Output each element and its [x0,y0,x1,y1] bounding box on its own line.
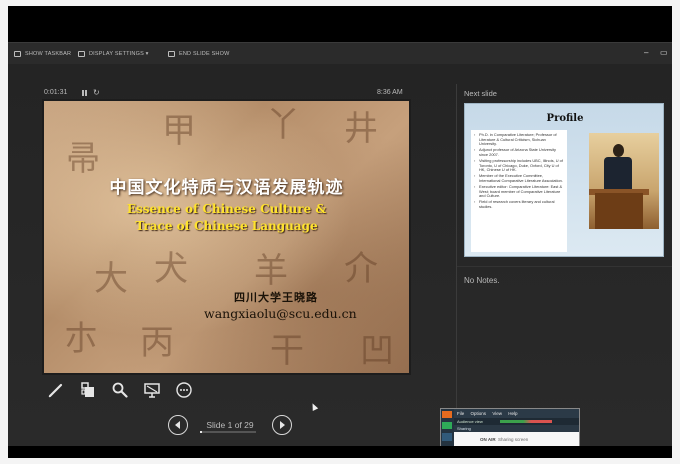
list-item: Field of research covers literary and cu… [474,199,564,209]
list-item: Executive editor: Comparative Literature… [474,184,564,199]
hangouts-menu-bar: File Options View Help [454,409,579,418]
background-glyph: 羊 [254,251,288,291]
pause-timer-icon[interactable] [82,90,87,96]
show-taskbar-button[interactable]: SHOW TASKBAR [14,49,71,59]
audio-label: Audience view [457,419,483,424]
slide-progress-bar [200,431,256,433]
pen-tool-icon[interactable] [46,380,66,400]
list-item: Member of the Executive Committee, Inter… [474,173,564,183]
slide-title-chinese: 中国文化特质与汉语发展轨迹 [109,178,344,198]
menu-item-file[interactable]: File [457,411,464,416]
mouse-cursor [309,402,319,411]
elapsed-timer: 0:01:31 [44,89,68,96]
background-glyph: 丙 [140,323,174,363]
on-air-badge: ON AIR [480,437,496,442]
list-item: Adjunct professor of Arizona State Unive… [474,147,564,157]
background-glyph: 凹 [360,331,394,371]
display-icon [78,51,85,57]
end-show-icon [168,51,175,57]
hangouts-status: Sharing screen [498,437,529,442]
speaker-photo [589,133,659,229]
hangouts-audio-row: Audience view [454,418,579,425]
current-slide[interactable]: 甲 丫 井 帚 大 犬 羊 介 朩 丙 干 凹 中国文化特质与汉语发展轨迹 Es… [44,101,409,373]
background-glyph: 井 [344,109,378,149]
slide-title-english-line2: Trace of Chinese Language [135,219,318,233]
hangouts-sharing-row: Sharing [454,425,579,432]
next-slide-label: Next slide [464,89,497,98]
notes-divider[interactable] [457,266,672,267]
next-slide-title: Profile [546,113,584,124]
slide-counter[interactable]: Slide 1 of 29 [198,420,262,430]
more-options-icon[interactable] [174,380,194,400]
slide-email: wangxiaolu@scu.edu.cn [204,306,357,321]
chevron-left-icon [175,421,180,429]
menu-item-view[interactable]: View [492,411,502,416]
slide-title-english-line1: Essence of Chinese Culture & [126,202,327,216]
sharing-label: Sharing [457,426,471,431]
restore-button[interactable]: ▭ [660,48,668,57]
speaker-head [613,144,624,157]
black-screen-icon[interactable] [142,380,162,400]
background-glyph: 大 [94,259,128,299]
previous-slide-button[interactable] [168,415,188,435]
slide-author: 四川大学王晓路 [234,291,318,304]
end-slide-show-button[interactable]: END SLIDE SHOW [168,49,229,59]
list-item: Visiting professorship includes UBC, Ill… [474,158,564,173]
background-glyph: 朩 [64,319,98,359]
chevron-right-icon [280,421,285,429]
minimize-button[interactable]: – [644,48,648,57]
podium [595,193,643,229]
display-settings-button[interactable]: DISPLAY SETTINGS ▾ [78,49,149,59]
background-glyph: 丫 [266,105,300,145]
hangouts-orange-icon[interactable] [442,411,452,418]
top-black-bar [8,6,672,42]
taskbar-icon [14,51,21,57]
next-slide-preview[interactable]: Profile Ph.D. in Comparative Literature;… [464,103,664,257]
background-glyph: 犬 [154,249,188,289]
background-glyph: 介 [344,249,378,289]
speaker-notes[interactable]: No Notes. [464,276,500,285]
clock: 8:36 AM [377,89,403,96]
presenter-toolbar: SHOW TASKBAR DISPLAY SETTINGS ▾ END SLID… [8,42,672,64]
restart-timer-icon[interactable]: ↻ [93,88,100,97]
background-glyph: 干 [270,331,304,371]
zoom-icon[interactable] [110,380,130,400]
bottom-black-bar [8,446,672,458]
menu-item-help[interactable]: Help [508,411,517,416]
presenter-window: SHOW TASKBAR DISPLAY SETTINGS ▾ END SLID… [8,6,672,458]
next-slide-bullets: Ph.D. in Comparative Literature; Profess… [471,130,567,252]
presenter-main-area: 0:01:31 ↻ 8:36 AM 甲 丫 井 帚 大 犬 羊 介 朩 丙 干 … [8,64,672,453]
hangouts-blue-icon[interactable] [442,433,452,441]
slide-progress-fill [200,431,202,433]
audio-level-meter [500,420,552,423]
list-item: Ph.D. in Comparative Literature; Profess… [474,132,564,147]
panel-divider[interactable] [456,84,457,446]
slide-tools [46,380,194,400]
hangouts-green-icon[interactable] [442,422,452,429]
next-slide-button[interactable] [272,415,292,435]
menu-item-options[interactable]: Options [471,411,487,416]
see-all-slides-icon[interactable] [78,380,98,400]
background-glyph: 甲 [162,111,196,151]
